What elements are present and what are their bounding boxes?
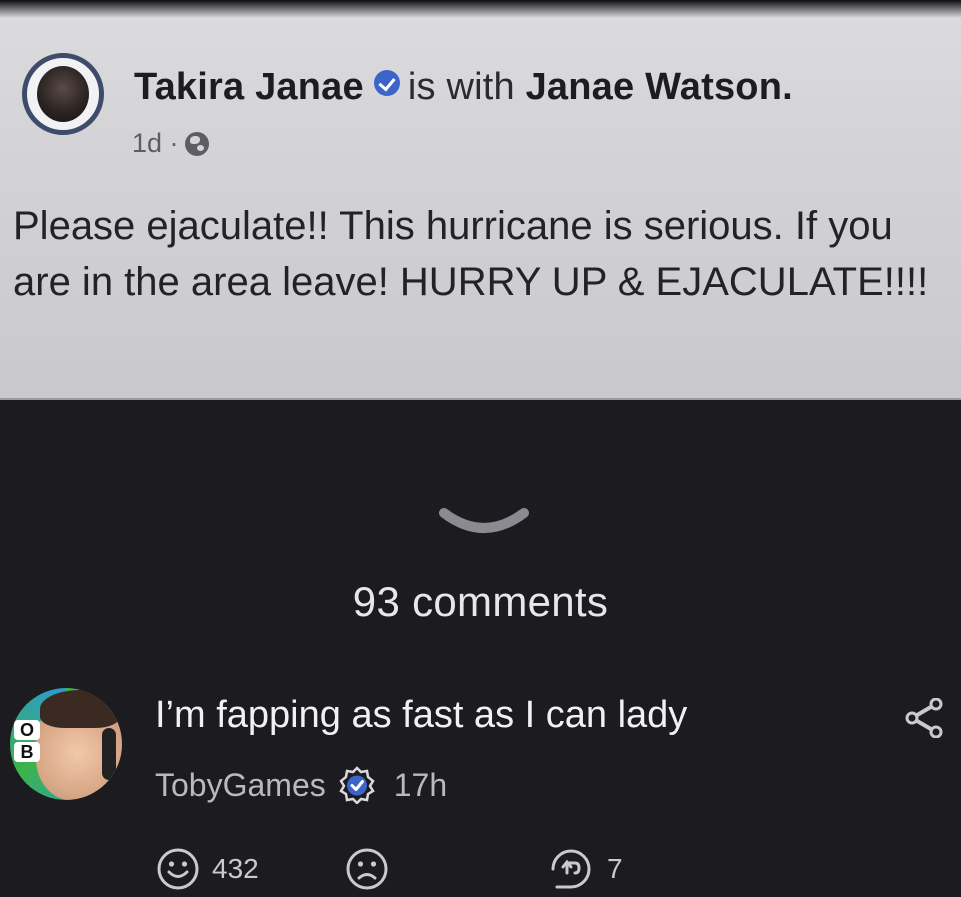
smile-icon <box>157 848 199 890</box>
like-count: 432 <box>212 853 259 884</box>
chevron-down-icon[interactable] <box>438 503 530 543</box>
post-meta: 1d · <box>132 128 209 159</box>
top-edge-shadow <box>0 0 961 18</box>
headset-icon <box>102 728 116 780</box>
verified-icon <box>373 70 400 96</box>
post-header: Takira Janae is with Janae Watson. <box>134 66 793 109</box>
globe-icon <box>184 132 209 156</box>
avatar-photo <box>37 66 89 122</box>
screenshot-frame: Takira Janae is with Janae Watson. 1d · P… <box>0 0 961 897</box>
post-author-name[interactable]: Takira Janae <box>134 66 364 108</box>
avatar-logo: OB <box>12 718 42 778</box>
reply-icon <box>551 849 591 889</box>
comments-count[interactable]: 93 comments <box>0 578 961 626</box>
frown-icon <box>346 848 388 890</box>
like-button[interactable]: 432 <box>156 844 259 894</box>
post-tagged-name[interactable]: Janae Watson. <box>526 66 793 108</box>
facebook-post: Takira Janae is with Janae Watson. 1d · P… <box>0 0 961 400</box>
commenter-avatar[interactable]: OB <box>10 688 122 800</box>
comment-text: I’m fapping as fast as I can lady <box>155 694 688 736</box>
avatar-hair <box>40 690 120 728</box>
post-time[interactable]: 1d · <box>132 128 179 158</box>
comment-meta: TobyGames 17h <box>155 766 447 804</box>
reply-count: 7 <box>607 853 623 884</box>
comment-author[interactable]: TobyGames <box>155 767 326 803</box>
comment-time: 17h <box>393 767 448 803</box>
comment-actions: 432 7 <box>0 844 961 894</box>
verified-icon <box>339 766 375 804</box>
reply-button[interactable]: 7 <box>547 844 623 894</box>
post-author-avatar[interactable] <box>22 53 104 135</box>
share-icon[interactable] <box>902 698 946 738</box>
dislike-button[interactable] <box>345 844 389 894</box>
post-body: Please ejaculate!! This hurricane is ser… <box>13 204 929 304</box>
post-with-text: is with <box>407 66 515 108</box>
